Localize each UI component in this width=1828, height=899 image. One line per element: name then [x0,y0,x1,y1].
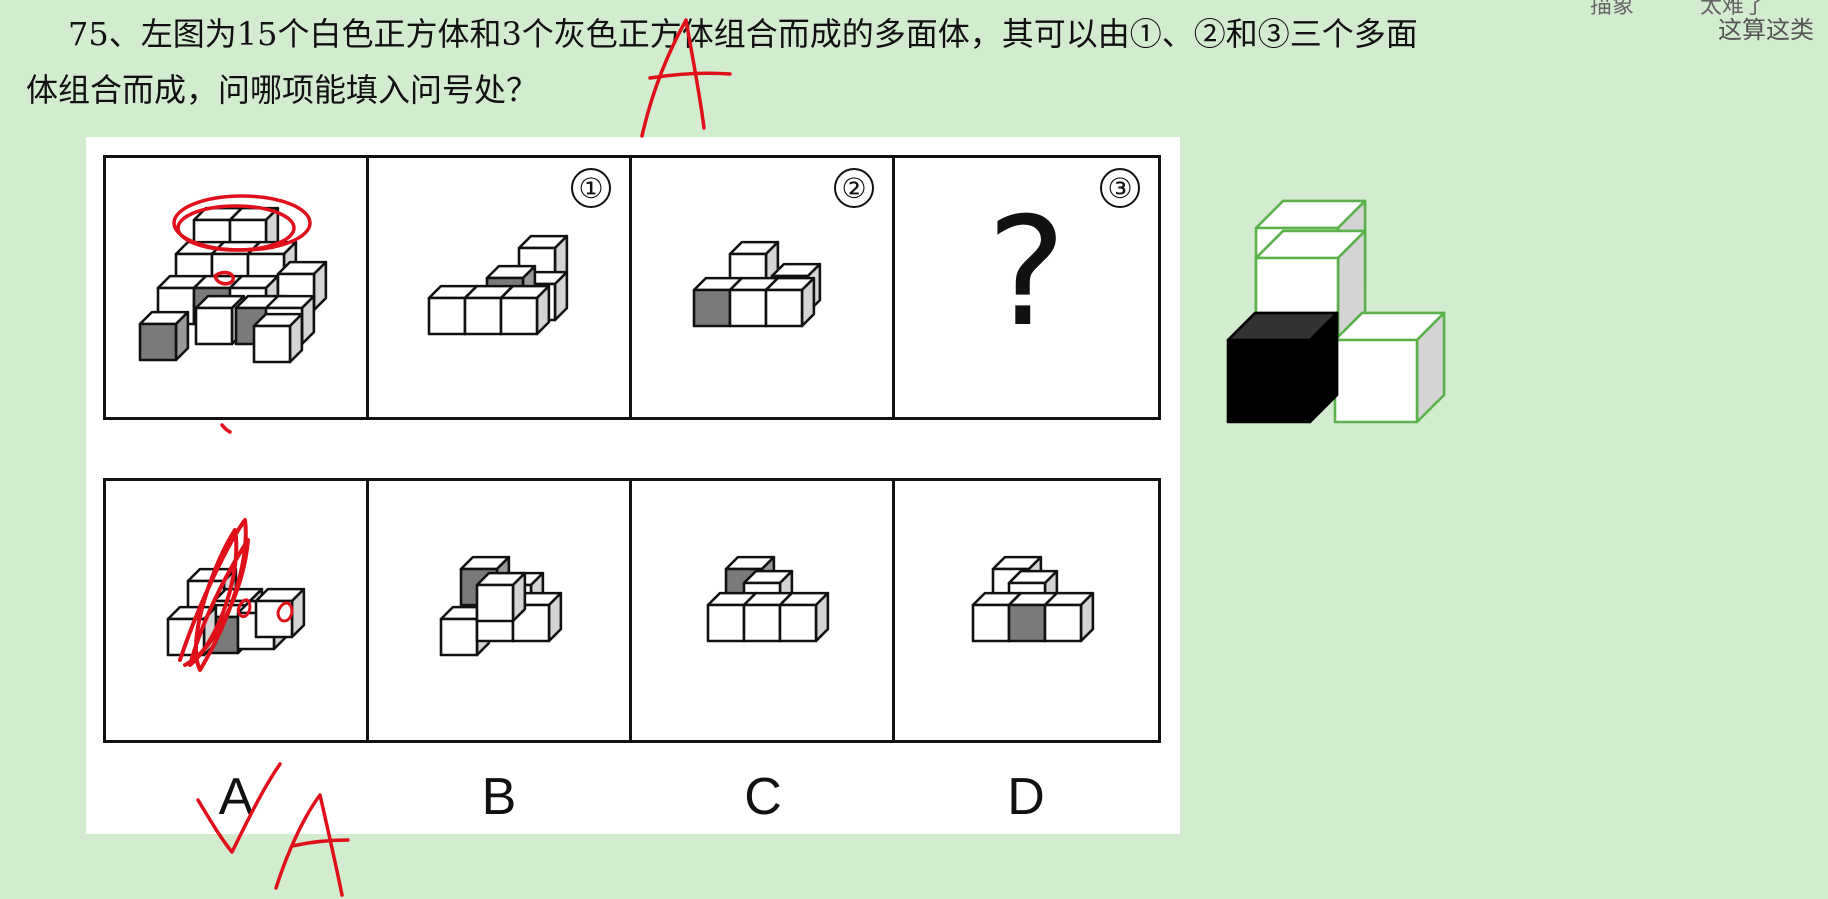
composite-polycube-figure [138,206,328,364]
side-cube-sketch [1226,199,1446,424]
option-c-label[interactable]: C [723,767,803,827]
g-optD-cube-3-face [1007,603,1047,643]
g-optA-cube-3-face [166,617,206,657]
overlay-text-c: 这算这类 [1718,16,1814,44]
g-optB-cube-2-face [439,617,479,657]
puzzle-panel: ① ② ③ ? A B C D [86,137,1180,834]
g-piece1-cube-3-face [427,296,467,336]
g-side-cube-3-face [1226,338,1312,424]
g-composite-cube-9-face [138,322,178,362]
option-a-cell[interactable] [106,481,369,740]
option-a-figure [166,567,306,657]
cell-piece-2: ② [632,158,895,417]
question-text: 75、左图为15个白色正方体和3个灰色正方体组合而成的多面体，其可以由①、②和③… [26,6,1566,118]
cell-piece-3: ③ ? [895,158,1158,417]
ink-letter-a-bottom-bar [290,838,350,848]
g-optB-cube-5-face [475,583,515,623]
option-d-figure [971,555,1095,643]
question-line-2: 体组合而成，问哪项能填入问号处？ [26,71,539,109]
g-composite-cube-10-face [194,306,234,346]
g-optD-cube-4-face [1043,603,1083,643]
piece-2-figure [692,240,822,328]
overlay-text-a: 描象 [1590,0,1635,19]
g-optD-cube-2-face [971,603,1011,643]
option-c-figure [706,555,830,643]
cell-piece-1: ① [369,158,632,417]
g-optC-cube-2-face [706,603,746,643]
g-piece1-cube-5-face [499,296,539,336]
option-b-figure [439,555,563,657]
option-a-label[interactable]: A [196,767,276,827]
g-optC-cube-3-face [742,603,782,643]
g-piece1-cube-4-face [463,296,503,336]
g-side-cube-2-face [1333,338,1419,424]
option-b-label[interactable]: B [459,767,539,827]
option-c-cell[interactable] [632,481,895,740]
g-piece2-cube-4-face [764,288,804,328]
question-line-1: 75、左图为15个白色正方体和3个灰色正方体组合而成的多面体，其可以由①、②和③… [68,15,1418,53]
top-row-grid: ① ② ③ ? [103,155,1161,420]
option-d-cell[interactable] [895,481,1158,740]
piece-1-figure [427,234,569,336]
g-composite-cube-13-face [252,324,292,364]
g-piece2-cube-2-face [692,288,732,328]
cell-composite-figure [106,158,369,417]
g-optA-cube-5-face [254,599,294,639]
options-grid [103,478,1161,743]
g-optC-cube-4-face [778,603,818,643]
question-mark: ? [986,186,1067,360]
g-piece2-cube-3-face [728,288,768,328]
option-b-cell[interactable] [369,481,632,740]
option-d-label[interactable]: D [986,767,1066,827]
